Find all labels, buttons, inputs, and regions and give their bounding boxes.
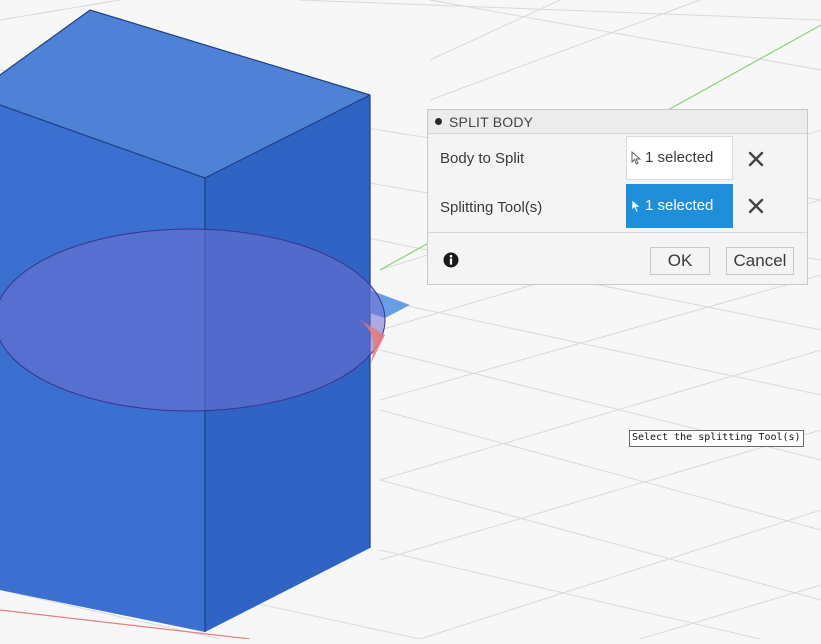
- close-icon[interactable]: [746, 149, 766, 169]
- selection-hint-tooltip: Select the splitting Tool(s): [629, 430, 804, 447]
- splitting-tools-label: Splitting Tool(s): [440, 199, 543, 216]
- info-icon[interactable]: [443, 252, 459, 268]
- canvas-viewport[interactable]: SPLIT BODY Body to Split 1 selected Spli…: [0, 0, 821, 640]
- splitting-tools-selector[interactable]: 1 selected: [626, 184, 733, 228]
- split-body-dialog: SPLIT BODY Body to Split 1 selected Spli…: [427, 109, 808, 285]
- body-to-split-label: Body to Split: [440, 150, 525, 167]
- pointer-arrow-icon: [631, 199, 641, 213]
- collapse-dot-icon[interactable]: [435, 118, 442, 125]
- ok-button[interactable]: OK: [650, 247, 710, 275]
- body-to-split-selector[interactable]: 1 selected: [626, 136, 733, 180]
- 3d-scene[interactable]: [0, 0, 821, 640]
- dialog-header[interactable]: SPLIT BODY: [428, 110, 807, 134]
- cancel-button[interactable]: Cancel: [726, 247, 794, 275]
- dialog-divider: [428, 232, 807, 233]
- splitting-tools-value: 1 selected: [645, 197, 714, 214]
- pointer-arrow-icon: [631, 151, 642, 165]
- splitting-plane-disc[interactable]: [0, 228, 386, 412]
- dialog-title: SPLIT BODY: [449, 114, 534, 130]
- close-icon[interactable]: [746, 196, 766, 216]
- body-to-split-value: 1 selected: [645, 149, 714, 166]
